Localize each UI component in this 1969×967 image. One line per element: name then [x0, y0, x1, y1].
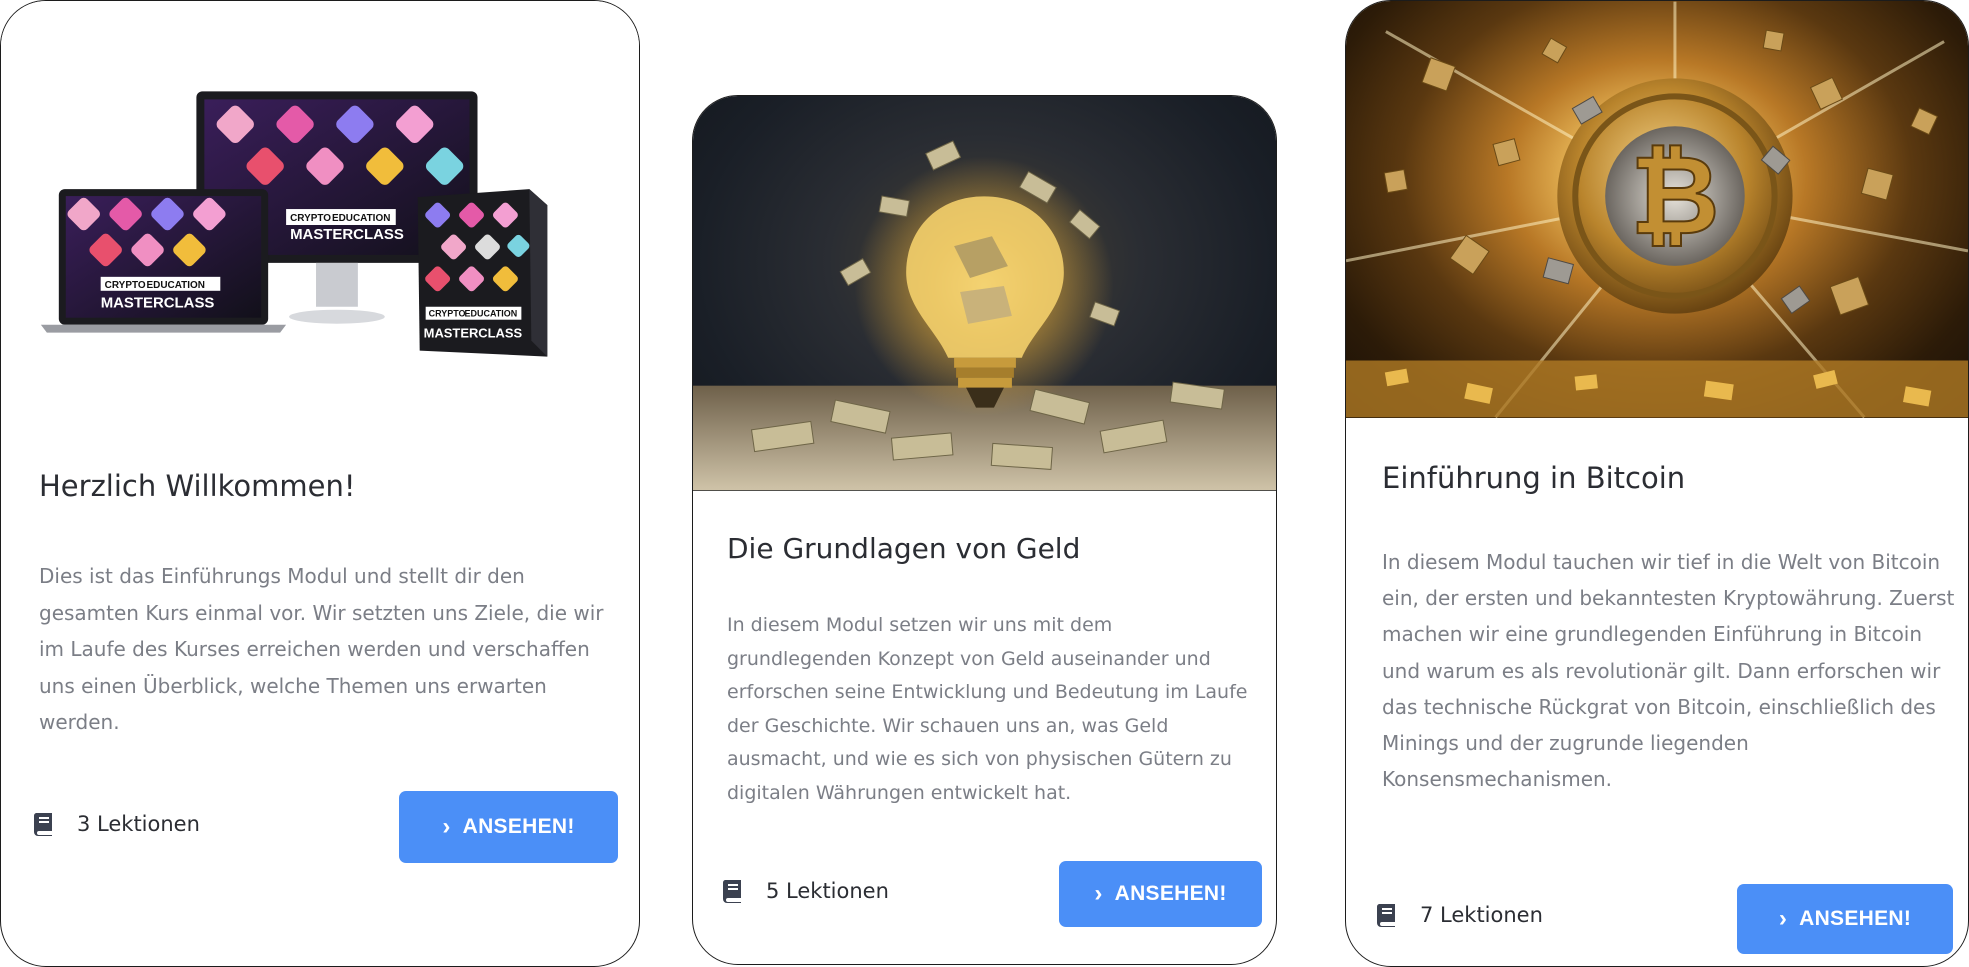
- card-description: In diesem Modul setzen wir uns mit dem g…: [727, 614, 1248, 804]
- book-icon: [33, 813, 52, 836]
- bitcoin-explosion-image: ₿: [1346, 1, 1968, 418]
- card-description: Dies ist das Einführungs Modul und stell…: [39, 564, 604, 734]
- lessons-count: 3 Lektionen: [33, 812, 200, 836]
- lightbulb-money-image: [693, 96, 1276, 491]
- button-label: ANSEHEN!: [462, 815, 575, 838]
- svg-text:MASTERCLASS: MASTERCLASS: [101, 295, 215, 312]
- book-icon: [1376, 904, 1395, 927]
- bitcoin-illustration: ₿: [1346, 1, 1968, 418]
- lightbulb-illustration: [693, 140, 1276, 491]
- svg-text:₿: ₿: [1630, 131, 1719, 259]
- svg-text:MASTERCLASS: MASTERCLASS: [290, 226, 404, 243]
- svg-text:MASTERCLASS: MASTERCLASS: [424, 326, 523, 341]
- card-title: Herzlich Willkommen!: [39, 469, 356, 503]
- lessons-count: 7 Lektionen: [1376, 903, 1543, 927]
- view-module-button[interactable]: › ANSEHEN!: [1737, 884, 1953, 954]
- svg-text:CRYPTO: CRYPTO: [429, 309, 466, 319]
- card-title: Einführung in Bitcoin: [1382, 461, 1686, 495]
- lessons-label: 5 Lektionen: [766, 879, 889, 903]
- lessons-count: 5 Lektionen: [722, 879, 889, 903]
- course-card-money-basics: Die Grundlagen von Geld In diesem Modul …: [692, 95, 1277, 965]
- product-mockup-illustration: CRYPTO EDUCATION MASTERCLASS CRYPTO EDUC…: [40, 91, 548, 357]
- masterclass-product-image: CRYPTO EDUCATION MASTERCLASS CRYPTO EDUC…: [1, 1, 639, 451]
- chevron-right-icon: ›: [1094, 880, 1103, 907]
- course-card-bitcoin-intro: ₿ Einführung in Bitcoin In diesem Modul …: [1345, 0, 1969, 967]
- svg-text:EDUCATION: EDUCATION: [332, 213, 390, 224]
- chevron-right-icon: ›: [442, 813, 451, 840]
- lessons-label: 7 Lektionen: [1420, 903, 1543, 927]
- card-description: In diesem Modul tauchen wir tief in die …: [1382, 550, 1955, 792]
- svg-text:EDUCATION: EDUCATION: [147, 280, 205, 291]
- chevron-right-icon: ›: [1778, 905, 1788, 932]
- lessons-label: 3 Lektionen: [77, 812, 200, 836]
- card-title: Die Grundlagen von Geld: [727, 532, 1081, 565]
- course-card-welcome: CRYPTO EDUCATION MASTERCLASS CRYPTO EDUC…: [0, 0, 640, 967]
- view-module-button[interactable]: › ANSEHEN!: [399, 791, 618, 863]
- button-label: ANSEHEN!: [1799, 907, 1912, 930]
- book-icon: [722, 880, 741, 903]
- svg-text:CRYPTO: CRYPTO: [290, 213, 331, 224]
- button-label: ANSEHEN!: [1114, 882, 1227, 905]
- svg-text:CRYPTO: CRYPTO: [105, 280, 146, 291]
- view-module-button[interactable]: › ANSEHEN!: [1059, 861, 1262, 927]
- svg-text:EDUCATION: EDUCATION: [465, 309, 518, 319]
